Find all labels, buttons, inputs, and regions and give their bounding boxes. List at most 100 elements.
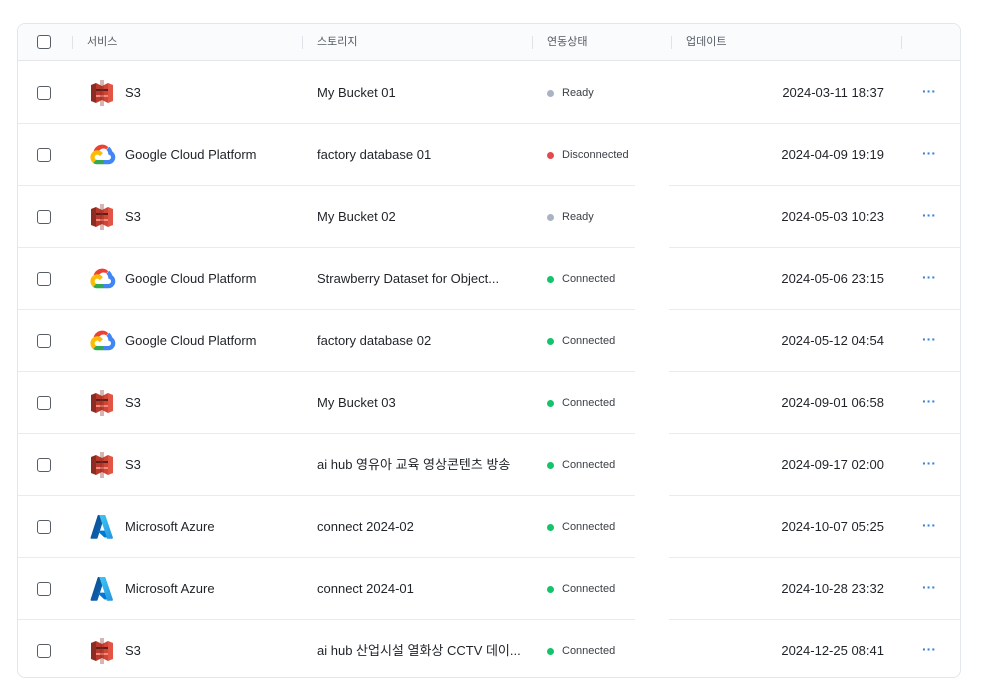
aws-s3-icon bbox=[88, 390, 116, 416]
google-cloud-icon bbox=[87, 266, 116, 292]
row-checkbox[interactable] bbox=[37, 210, 51, 224]
updated-timestamp: 2024-10-07 05:25 bbox=[781, 519, 884, 534]
updated-timestamp: 2024-09-01 06:58 bbox=[781, 395, 884, 410]
more-options-icon[interactable]: ··· bbox=[922, 434, 936, 496]
status-dot bbox=[547, 400, 554, 407]
status-dot bbox=[547, 276, 554, 283]
google-cloud-icon bbox=[87, 142, 116, 168]
updated-timestamp: 2024-12-25 08:41 bbox=[781, 643, 884, 658]
table-row[interactable]: S3 ai hub 산업시설 열화상 CCTV 데이... Connected 202… bbox=[18, 620, 960, 677]
more-options-icon[interactable]: ··· bbox=[922, 496, 936, 558]
storage-name[interactable]: factory database 02 bbox=[317, 310, 527, 372]
storage-name[interactable]: My Bucket 01 bbox=[317, 62, 527, 124]
status-dot bbox=[547, 462, 554, 469]
more-options-icon[interactable]: ··· bbox=[922, 62, 936, 124]
updated-timestamp: 2024-05-03 10:23 bbox=[781, 209, 884, 224]
aws-s3-icon bbox=[88, 638, 116, 664]
status-dot bbox=[547, 648, 554, 655]
service-name: S3 bbox=[125, 209, 141, 224]
storage-name[interactable]: connect 2024-01 bbox=[317, 558, 527, 620]
storage-name[interactable]: ai hub 산업시설 열화상 CCTV 데이... bbox=[317, 620, 527, 677]
table-row[interactable]: Google Cloud Platform Strawberry Dataset … bbox=[18, 248, 960, 310]
more-options-icon[interactable]: ··· bbox=[922, 558, 936, 620]
more-options-icon[interactable]: ··· bbox=[922, 310, 936, 372]
storage-name[interactable]: Strawberry Dataset for Object... bbox=[317, 248, 527, 310]
service-name: S3 bbox=[125, 85, 141, 100]
column-divider bbox=[532, 36, 533, 49]
row-checkbox[interactable] bbox=[37, 582, 51, 596]
column-header-storage[interactable]: 스토리지 bbox=[317, 24, 357, 60]
column-header-status[interactable]: 연동상태 bbox=[547, 24, 587, 60]
row-checkbox[interactable] bbox=[37, 520, 51, 534]
status-badge: Ready bbox=[562, 87, 594, 99]
storage-name[interactable]: My Bucket 02 bbox=[317, 186, 527, 248]
azure-icon bbox=[88, 514, 116, 540]
service-name: Google Cloud Platform bbox=[125, 147, 257, 162]
storage-name[interactable]: ai hub 영유아 교육 영상콘텐츠 방송 bbox=[317, 434, 527, 496]
more-options-icon[interactable]: ··· bbox=[922, 186, 936, 248]
status-badge: Connected bbox=[562, 645, 616, 657]
table-row[interactable]: Google Cloud Platform factory database 01… bbox=[18, 124, 960, 186]
table-header: 서비스 스토리지 연동상태 업데이트 bbox=[18, 24, 960, 61]
status-dot bbox=[547, 214, 554, 221]
table-row[interactable]: Microsoft Azure connect 2024-01 Connected 2… bbox=[18, 558, 960, 620]
column-divider bbox=[72, 36, 73, 49]
status-dot bbox=[547, 338, 554, 345]
updated-timestamp: 2024-04-09 19:19 bbox=[781, 147, 884, 162]
status-badge: Connected bbox=[562, 335, 616, 347]
aws-s3-icon bbox=[88, 204, 116, 230]
status-badge: Ready bbox=[562, 211, 594, 223]
service-name: Google Cloud Platform bbox=[125, 271, 257, 286]
table-row[interactable]: Google Cloud Platform factory database 02… bbox=[18, 310, 960, 372]
status-badge: Connected bbox=[562, 459, 616, 471]
row-checkbox[interactable] bbox=[37, 86, 51, 100]
row-checkbox[interactable] bbox=[37, 458, 51, 472]
service-name: S3 bbox=[125, 457, 141, 472]
azure-icon bbox=[88, 576, 116, 602]
status-badge: Connected bbox=[562, 521, 616, 533]
updated-timestamp: 2024-03-11 18:37 bbox=[782, 85, 884, 100]
storage-name[interactable]: My Bucket 03 bbox=[317, 372, 527, 434]
table-row[interactable]: S3 ai hub 영유아 교육 영상콘텐츠 방송 Connected 2024-09… bbox=[18, 434, 960, 496]
status-dot bbox=[547, 152, 554, 159]
status-badge: Disconnected bbox=[562, 149, 629, 161]
service-name: Google Cloud Platform bbox=[125, 333, 257, 348]
status-badge: Connected bbox=[562, 273, 616, 285]
status-dot bbox=[547, 90, 554, 97]
aws-s3-icon bbox=[88, 80, 116, 106]
column-divider bbox=[901, 36, 902, 49]
status-badge: Connected bbox=[562, 397, 616, 409]
table-row[interactable]: S3 My Bucket 02 Ready 2024-05-03 10:23 ··· bbox=[18, 186, 960, 248]
status-dot bbox=[547, 586, 554, 593]
updated-timestamp: 2024-10-28 23:32 bbox=[781, 581, 884, 596]
select-all-checkbox[interactable] bbox=[37, 35, 51, 49]
updated-timestamp: 2024-05-06 23:15 bbox=[781, 271, 884, 286]
column-divider bbox=[302, 36, 303, 49]
table-row[interactable]: S3 My Bucket 03 Connected 2024-09-01 06:58 ·… bbox=[18, 372, 960, 434]
column-divider bbox=[671, 36, 672, 49]
table-row[interactable]: Microsoft Azure connect 2024-02 Connected 2… bbox=[18, 496, 960, 558]
row-checkbox[interactable] bbox=[37, 272, 51, 286]
status-badge: Connected bbox=[562, 583, 616, 595]
row-checkbox[interactable] bbox=[37, 148, 51, 162]
aws-s3-icon bbox=[88, 452, 116, 478]
column-header-updated[interactable]: 업데이트 bbox=[686, 24, 726, 60]
service-name: S3 bbox=[125, 395, 141, 410]
service-name: Microsoft Azure bbox=[125, 519, 215, 534]
column-header-service[interactable]: 서비스 bbox=[87, 24, 117, 60]
storage-name[interactable]: connect 2024-02 bbox=[317, 496, 527, 558]
storage-name[interactable]: factory database 01 bbox=[317, 124, 527, 186]
updated-timestamp: 2024-05-12 04:54 bbox=[781, 333, 884, 348]
status-dot bbox=[547, 524, 554, 531]
more-options-icon[interactable]: ··· bbox=[922, 372, 936, 434]
more-options-icon[interactable]: ··· bbox=[922, 620, 936, 677]
row-checkbox[interactable] bbox=[37, 644, 51, 658]
storage-connections-table: 서비스 스토리지 연동상태 업데이트 S3 My Bucket 01 Ready 20… bbox=[17, 23, 961, 678]
service-name: Microsoft Azure bbox=[125, 581, 215, 596]
table-row[interactable]: S3 My Bucket 01 Ready 2024-03-11 18:37 ··· bbox=[18, 62, 960, 124]
service-name: S3 bbox=[125, 643, 141, 658]
row-checkbox[interactable] bbox=[37, 396, 51, 410]
more-options-icon[interactable]: ··· bbox=[922, 124, 936, 186]
row-checkbox[interactable] bbox=[37, 334, 51, 348]
more-options-icon[interactable]: ··· bbox=[922, 248, 936, 310]
